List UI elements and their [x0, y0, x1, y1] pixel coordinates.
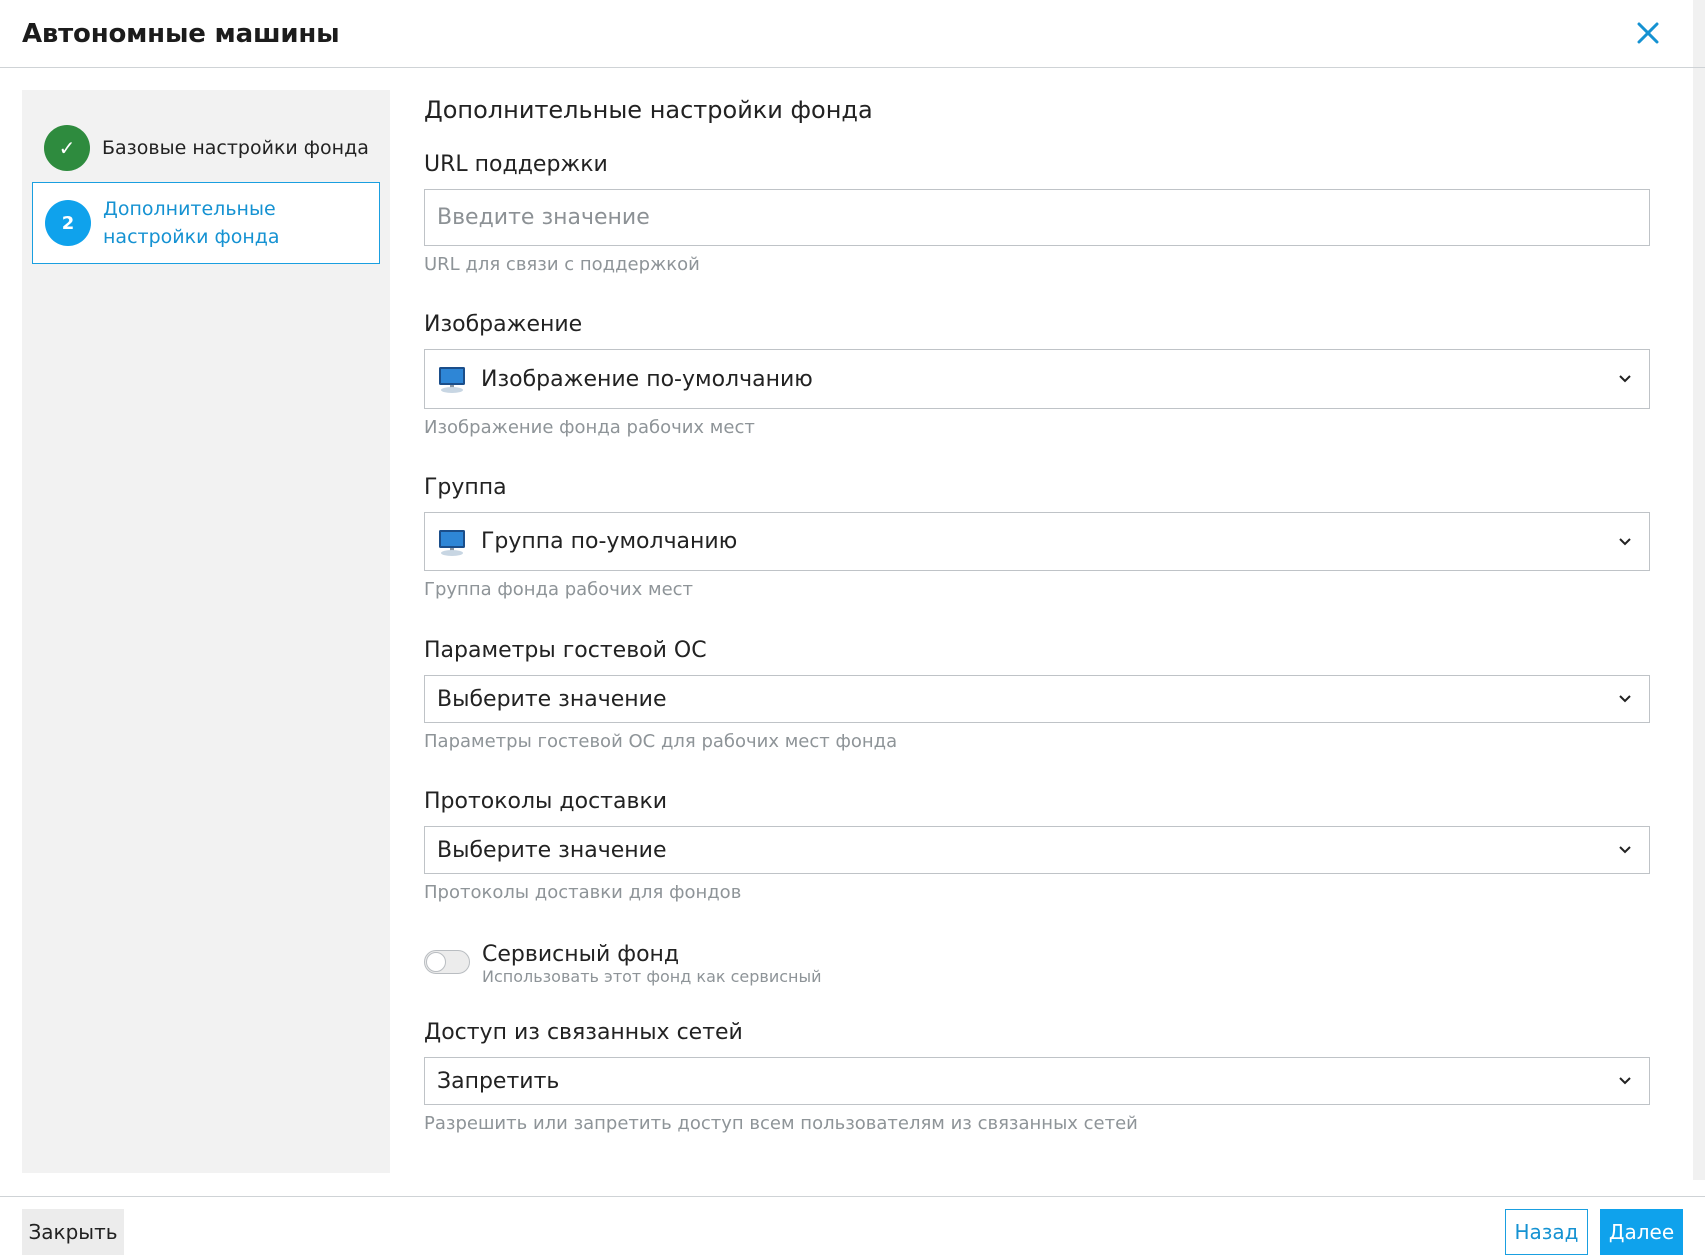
image-select[interactable]: Изображение по-умолчанию	[424, 349, 1650, 409]
check-icon: ✓	[44, 125, 90, 171]
select-value: Выберите значение	[437, 686, 667, 712]
dialog-footer: Закрыть Назад Далее	[0, 1196, 1705, 1260]
step-basic-settings[interactable]: ✓ Базовые настройки фонда	[32, 112, 380, 184]
field-label: Группа	[424, 475, 507, 500]
linked-networks-field: Доступ из связанных сетей Запретить Разр…	[424, 1020, 1650, 1134]
input-placeholder: Введите значение	[437, 205, 650, 230]
close-button[interactable]	[1631, 16, 1665, 50]
support-url-input[interactable]: Введите значение	[424, 189, 1650, 246]
select-value: Изображение по-умолчанию	[481, 366, 813, 392]
scrollbar-track[interactable]	[1693, 0, 1705, 1180]
group-field: Группа Группа по-умолчанию Группа фонда …	[424, 475, 1650, 600]
field-hint: Разрешить или запретить доступ всем поль…	[424, 1113, 1138, 1134]
field-hint: URL для связи с поддержкой	[424, 254, 700, 275]
wizard-steps: ✓ Базовые настройки фонда 2 Дополнительн…	[22, 90, 390, 1173]
toggle-knob	[426, 952, 446, 972]
guest-os-field: Параметры гостевой ОС Выберите значение …	[424, 638, 1650, 752]
chevron-down-icon	[1619, 695, 1631, 703]
linked-networks-select[interactable]: Запретить	[424, 1057, 1650, 1105]
chevron-down-icon	[1619, 537, 1631, 545]
dialog-title: Автономные машины	[22, 18, 340, 49]
step-label: Базовые настройки фонда	[102, 137, 369, 159]
field-hint: Группа фонда рабочих мест	[424, 579, 694, 600]
back-button[interactable]: Назад	[1505, 1209, 1588, 1255]
field-hint: Протоколы доставки для фондов	[424, 882, 742, 903]
field-label: Протоколы доставки	[424, 789, 668, 814]
toggle-text: Сервисный фонд Использовать этот фонд ка…	[482, 942, 822, 986]
chevron-down-icon	[1619, 846, 1631, 854]
dialog-header: Автономные машины	[0, 0, 1705, 68]
chevron-down-icon	[1619, 375, 1631, 383]
field-hint: Параметры гостевой ОС для рабочих мест ф…	[424, 731, 898, 752]
field-hint: Изображение фонда рабочих мест	[424, 417, 755, 438]
close-dialog-button[interactable]: Закрыть	[22, 1209, 124, 1255]
field-label: Изображение	[424, 312, 583, 337]
guest-os-select[interactable]: Выберите значение	[424, 675, 1650, 723]
monitor-icon	[439, 367, 465, 393]
group-select[interactable]: Группа по-умолчанию	[424, 512, 1650, 571]
select-value: Запретить	[437, 1068, 560, 1094]
chevron-down-icon	[1619, 1077, 1631, 1085]
select-value: Выберите значение	[437, 837, 667, 863]
support-url-field: URL поддержки Введите значение URL для с…	[424, 152, 1650, 275]
monitor-icon	[439, 529, 465, 556]
field-label: Доступ из связанных сетей	[424, 1020, 743, 1045]
protocols-select[interactable]: Выберите значение	[424, 826, 1650, 874]
step-number: 2	[45, 200, 91, 246]
protocols-field: Протоколы доставки Выберите значение Про…	[424, 789, 1650, 903]
field-label: URL поддержки	[424, 152, 608, 177]
dialog: Автономные машины ✓ Базовые настройки фо…	[0, 0, 1705, 1260]
step-label: Дополнительные настройки фонда	[103, 198, 280, 248]
toggle-hint: Использовать этот фонд как сервисный	[482, 967, 822, 986]
field-label: Параметры гостевой ОС	[424, 638, 707, 663]
next-button[interactable]: Далее	[1600, 1209, 1683, 1255]
close-icon	[1637, 22, 1659, 44]
step-additional-settings[interactable]: 2 Дополнительные настройки фонда	[32, 182, 380, 264]
section-title: Дополнительные настройки фонда	[424, 96, 873, 124]
select-value: Группа по-умолчанию	[481, 529, 738, 554]
image-field: Изображение Изображение по-умолчанию Изо…	[424, 312, 1650, 438]
service-pool-toggle[interactable]	[424, 950, 470, 974]
service-pool-row: Сервисный фонд Использовать этот фонд ка…	[424, 942, 822, 986]
toggle-label: Сервисный фонд	[482, 942, 680, 967]
